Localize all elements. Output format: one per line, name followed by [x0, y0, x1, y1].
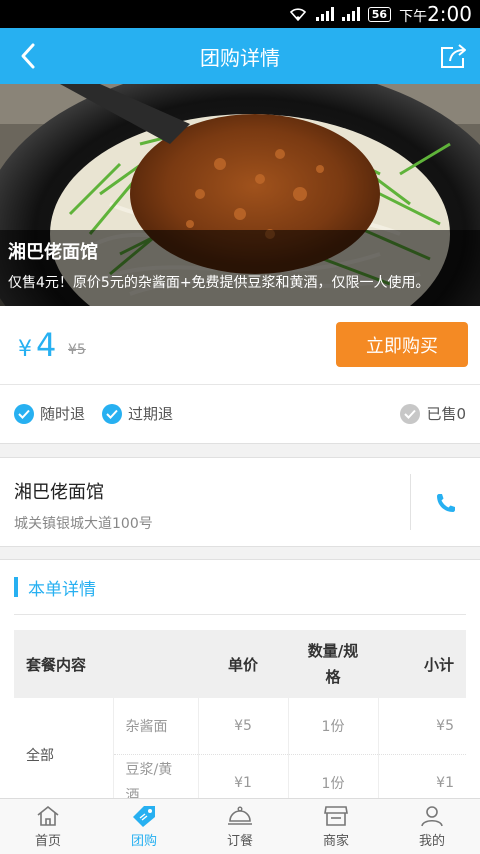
share-icon	[441, 44, 466, 68]
sold-label: 已售0	[426, 405, 466, 423]
tab-label: 团购	[130, 834, 157, 849]
tag-refund-expired: 过期退	[102, 403, 173, 424]
tag-icon	[131, 804, 157, 828]
currency-symbol: ¥	[18, 337, 32, 362]
menu-table: 套餐内容 单价 数量/规格 小计 全部 杂酱面 ¥5 1份 ¥5 豆浆/黄酒 ¥…	[14, 630, 466, 812]
shop-name: 湘巴佬面馆	[14, 482, 104, 503]
table-header-row: 套餐内容 单价 数量/规格 小计	[14, 630, 466, 698]
dish-icon	[226, 804, 254, 828]
item-subtotal: ¥5	[377, 698, 466, 755]
original-price: ¥5	[68, 342, 86, 358]
back-button[interactable]	[10, 38, 46, 74]
network-badge: 56	[367, 6, 392, 22]
shop-address: 城关镇银城大道100号	[14, 516, 153, 532]
deal-hero-image: 湘巴佬面馆 仅售4元！原价5元的杂酱面+免费提供豆浆和黄酒，仅限一人使用。	[0, 84, 480, 306]
status-time: 2:00	[427, 2, 472, 26]
nav-bar: 团购详情	[0, 28, 480, 84]
phone-icon	[437, 494, 455, 512]
store-icon	[323, 804, 349, 828]
shop-info[interactable]: 湘巴佬面馆 城关镇银城大道100号	[0, 457, 480, 547]
tab-label: 订餐	[226, 834, 253, 849]
divider	[14, 614, 466, 615]
column-header: 数量/规格	[288, 630, 378, 698]
sold-count: 已售0	[400, 403, 466, 424]
refund-tags: 随时退 过期退 已售0	[0, 385, 480, 444]
item-qty: 1份	[287, 698, 378, 755]
deal-details: 本单详情 套餐内容 单价 数量/规格 小计 全部 杂酱面 ¥5 1份 ¥5 豆浆…	[0, 559, 480, 812]
check-circle-icon	[102, 403, 122, 424]
buy-now-button[interactable]: 立即购买	[336, 322, 468, 367]
hero-description: 仅售4元！原价5元的杂酱面+免费提供豆浆和黄酒，仅限一人使用。	[8, 275, 430, 291]
price-value: 4	[36, 326, 57, 364]
column-header: 单价	[198, 630, 288, 698]
tab-label: 商家	[322, 834, 349, 849]
section-title: 本单详情	[28, 579, 96, 600]
tag-label: 过期退	[128, 405, 174, 423]
status-ampm: 下午	[399, 9, 428, 25]
section-header: 本单详情	[14, 576, 96, 600]
signal-icon	[341, 7, 360, 21]
hero-caption: 湘巴佬面馆 仅售4元！原价5元的杂酱面+免费提供豆浆和黄酒，仅限一人使用。	[0, 230, 480, 306]
chevron-left-icon	[21, 43, 35, 69]
check-circle-icon	[400, 403, 421, 424]
tab-label: 首页	[34, 834, 61, 849]
call-button[interactable]	[425, 482, 467, 524]
tag-refund-anytime: 随时退	[14, 403, 85, 424]
item-name: 杂酱面	[112, 698, 198, 755]
group-label: 全部	[26, 747, 54, 764]
check-circle-icon	[14, 403, 34, 424]
home-icon	[35, 804, 61, 828]
table-row: 全部 杂酱面 ¥5 1份 ¥5	[14, 698, 466, 764]
tab-mine[interactable]: 我的	[384, 799, 480, 854]
bottom-tab-bar: 首页 团购 订餐 商家 我的	[0, 798, 480, 854]
signal-icon	[315, 7, 334, 21]
column-header: 套餐内容	[14, 630, 198, 698]
accent-bar	[14, 577, 18, 597]
wifi-icon	[288, 7, 308, 21]
user-icon	[419, 804, 445, 828]
tab-order-food[interactable]: 订餐	[192, 799, 288, 854]
tab-label: 我的	[418, 834, 445, 849]
item-unit-price: ¥5	[197, 698, 288, 755]
tab-merchants[interactable]: 商家	[288, 799, 384, 854]
tab-home[interactable]: 首页	[0, 799, 96, 854]
price-section: ¥4 ¥5 立即购买	[0, 306, 480, 385]
tag-label: 随时退	[40, 405, 86, 423]
tab-group-buy[interactable]: 团购	[96, 799, 192, 854]
page-title: 团购详情	[200, 45, 280, 70]
current-price: ¥4	[18, 326, 56, 364]
divider	[410, 474, 411, 530]
column-header: 小计	[378, 630, 466, 698]
share-button[interactable]	[436, 38, 472, 74]
status-bar: 56 下午2:00	[0, 0, 480, 28]
hero-shop-name: 湘巴佬面馆	[8, 242, 98, 263]
